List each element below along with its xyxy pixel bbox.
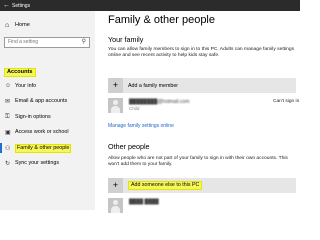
window-title: Settings — [12, 3, 31, 9]
other-people-heading: Other people — [108, 142, 150, 151]
sidebar-item-label: Sync your settings — [15, 160, 60, 166]
family-member-row[interactable]: ████████@hotmail.com Child Can't sign in — [108, 98, 300, 113]
back-arrow-icon[interactable]: ← — [3, 1, 10, 10]
section-label-accounts: Accounts — [4, 68, 36, 77]
briefcase-icon: ▣ — [5, 129, 11, 136]
person-icon: ☺ — [5, 83, 12, 89]
page-title: Family & other people — [108, 14, 215, 26]
avatar — [108, 98, 123, 113]
sidebar-item-family-other-people[interactable]: ⚇ Family & other people — [0, 142, 95, 154]
other-people-description: Allow people who are not part of your fa… — [108, 156, 288, 168]
your-family-heading: Your family — [108, 35, 144, 44]
mail-icon: ✉ — [5, 98, 11, 105]
sidebar-item-sync-settings[interactable]: ↻ Sync your settings — [0, 157, 95, 169]
sidebar-item-sign-in-options[interactable]: ⚿ Sign-in options — [0, 111, 95, 123]
sidebar-home[interactable]: ⌂ Home — [5, 19, 90, 31]
search-icon[interactable]: ⚲ — [82, 38, 86, 47]
sidebar-item-access-work-school[interactable]: ▣ Access work or school — [0, 126, 95, 138]
sidebar-item-label: Family & other people — [15, 143, 72, 153]
key-icon: ⚿ — [5, 113, 10, 120]
member-email: ████████@hotmail.com — [129, 99, 190, 105]
sync-icon: ↻ — [5, 160, 11, 167]
sidebar-item-label: Email & app accounts — [15, 98, 68, 104]
search-input[interactable]: Find a setting ⚲ — [4, 37, 90, 48]
other-user-name: ████ ████ — [129, 199, 159, 205]
title-bar: ← Settings — [0, 0, 300, 11]
sidebar-item-your-info[interactable]: ☺ Your info — [0, 80, 95, 92]
people-icon: ⚇ — [5, 145, 11, 152]
plus-icon: + — [108, 78, 123, 93]
sidebar-item-email-app-accounts[interactable]: ✉ Email & app accounts — [0, 95, 95, 107]
add-family-member-button[interactable]: + Add a family member — [108, 78, 296, 93]
member-role: Child — [129, 106, 140, 111]
sidebar-item-label: Access work or school — [15, 129, 69, 135]
add-someone-else-button[interactable]: + Add someone else to this PC — [108, 178, 296, 193]
plus-icon: + — [108, 178, 123, 193]
search-placeholder: Find a setting — [8, 39, 39, 45]
sidebar-item-label: Sign-in options — [15, 114, 51, 120]
sidebar-home-label: Home — [15, 22, 30, 28]
avatar — [108, 198, 123, 213]
sidebar-item-label: Your info — [15, 83, 37, 89]
add-someone-else-label: Add someone else to this PC — [128, 181, 203, 190]
home-icon: ⌂ — [5, 21, 10, 29]
manage-family-settings-link[interactable]: Manage family settings online — [108, 123, 174, 129]
your-family-description: You can allow family members to sign in … — [108, 47, 295, 59]
other-user-row[interactable]: ████ ████ — [108, 198, 296, 213]
member-status: Can't sign in — [273, 99, 300, 104]
sidebar: ⌂ Home Find a setting ⚲ Accounts ☺ Your … — [0, 11, 95, 210]
add-family-member-label: Add a family member — [128, 82, 179, 89]
